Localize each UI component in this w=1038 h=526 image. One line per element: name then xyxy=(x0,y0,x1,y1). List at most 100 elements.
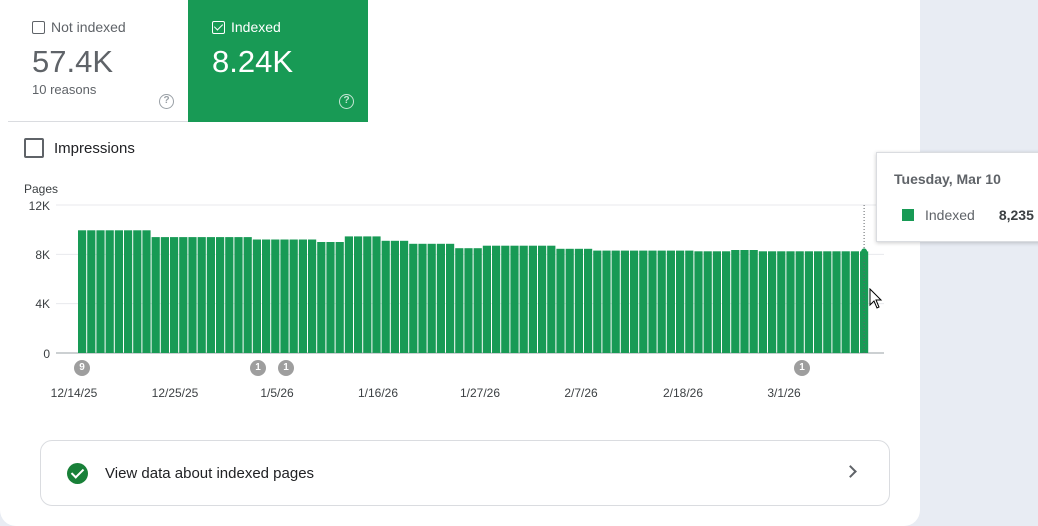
chart-bar[interactable] xyxy=(804,251,813,354)
tooltip-date: Tuesday, Mar 10 xyxy=(894,171,1001,187)
chart-bar[interactable] xyxy=(850,251,859,354)
chart-bar[interactable] xyxy=(823,251,832,354)
chart-bar[interactable] xyxy=(243,237,252,353)
chart-bar[interactable] xyxy=(114,230,123,353)
chart-bar[interactable] xyxy=(510,245,519,353)
chart-bar[interactable] xyxy=(758,251,767,354)
chart-bar[interactable] xyxy=(685,250,694,353)
chart-bar[interactable] xyxy=(593,250,602,353)
hover-point xyxy=(861,248,868,255)
chart-bar[interactable] xyxy=(206,237,215,353)
annotation-marker[interactable]: 1 xyxy=(794,360,810,376)
chart-bar[interactable] xyxy=(142,230,151,353)
chart-bar[interactable] xyxy=(712,251,721,354)
chart-bar[interactable] xyxy=(363,236,372,353)
chart-bar[interactable] xyxy=(234,237,243,353)
chart-bar[interactable] xyxy=(87,230,96,353)
chart-bar[interactable] xyxy=(565,248,574,353)
chart-bar[interactable] xyxy=(832,251,841,354)
chart-bar[interactable] xyxy=(271,239,280,354)
chart-bar[interactable] xyxy=(179,237,188,353)
chart-bar[interactable] xyxy=(381,240,390,353)
chart-bar[interactable] xyxy=(740,250,749,353)
chart-bar[interactable] xyxy=(841,251,850,354)
chart-bar[interactable] xyxy=(335,242,344,353)
chart-bar[interactable] xyxy=(280,239,289,354)
annotation-marker[interactable]: 1 xyxy=(250,360,266,376)
chart-bar[interactable] xyxy=(464,248,473,353)
chart-bar[interactable] xyxy=(786,251,795,354)
chart-bar[interactable] xyxy=(390,240,399,353)
chart-bar[interactable] xyxy=(602,250,611,353)
chart-bar[interactable] xyxy=(418,243,427,353)
chart-bar[interactable] xyxy=(538,245,547,353)
chart-bar[interactable] xyxy=(124,230,133,353)
chart-bar[interactable] xyxy=(252,239,261,354)
chart-bar[interactable] xyxy=(446,243,455,353)
chart-bar[interactable] xyxy=(225,237,234,353)
chart-bar[interactable] xyxy=(749,250,758,353)
chart-bar[interactable] xyxy=(556,248,565,353)
chart-bar[interactable] xyxy=(133,230,142,353)
chart-bar[interactable] xyxy=(584,248,593,353)
chart-bar[interactable] xyxy=(768,251,777,354)
chart-bar[interactable] xyxy=(482,245,491,353)
chart-bar[interactable] xyxy=(262,239,271,354)
chart-bar[interactable] xyxy=(666,250,675,353)
x-tick-label: 3/1/26 xyxy=(767,386,801,400)
chart-bar[interactable] xyxy=(501,245,510,353)
chart-bar[interactable] xyxy=(372,236,381,353)
chart-bar[interactable] xyxy=(216,237,225,353)
chart-bar[interactable] xyxy=(436,243,445,353)
chevron-right-icon xyxy=(844,465,857,478)
chart-bar[interactable] xyxy=(528,245,537,353)
indexed-pages-chart xyxy=(56,204,884,354)
chart-bar[interactable] xyxy=(620,250,629,353)
chart-bar[interactable] xyxy=(676,250,685,353)
chart-bar[interactable] xyxy=(547,245,556,353)
chart-bar[interactable] xyxy=(96,230,105,353)
chart-bar[interactable] xyxy=(574,248,583,353)
chart-bar[interactable] xyxy=(308,239,317,354)
chart-bar[interactable] xyxy=(648,250,657,353)
chart-bar[interactable] xyxy=(492,245,501,353)
chart-bar[interactable] xyxy=(105,230,114,353)
annotation-marker[interactable]: 1 xyxy=(278,360,294,376)
chart-bar[interactable] xyxy=(326,242,335,353)
chart-bar[interactable] xyxy=(78,230,87,353)
chart-bar[interactable] xyxy=(814,251,823,354)
annotation-marker[interactable]: 9 xyxy=(74,360,90,376)
chart-bar[interactable] xyxy=(427,243,436,353)
chart-bar[interactable] xyxy=(455,248,464,353)
chart-bar[interactable] xyxy=(473,248,482,353)
check-circle-icon xyxy=(67,463,88,484)
chart-bar[interactable] xyxy=(731,250,740,353)
chart-bar[interactable] xyxy=(639,250,648,353)
chart-bar[interactable] xyxy=(795,251,804,354)
x-tick-label: 2/18/26 xyxy=(662,386,704,400)
chart-bar[interactable] xyxy=(703,251,712,354)
chart-bar[interactable] xyxy=(197,237,206,353)
chart-bar[interactable] xyxy=(694,251,703,354)
chart-bar[interactable] xyxy=(298,239,307,354)
chart-bar[interactable] xyxy=(400,240,409,353)
chart-bar[interactable] xyxy=(317,242,326,353)
chart-bar[interactable] xyxy=(657,250,666,353)
chart-bar[interactable] xyxy=(519,245,528,353)
tooltip-value: 8,235 xyxy=(998,207,1034,223)
chart-bar[interactable] xyxy=(188,237,197,353)
chart-bar[interactable] xyxy=(722,251,731,354)
chart-bar[interactable] xyxy=(160,237,169,353)
chart-tooltip: Tuesday, Mar 10 Indexed 8,235 xyxy=(876,152,1038,242)
chart-bar[interactable] xyxy=(777,251,786,354)
chart-bar[interactable] xyxy=(289,239,298,354)
chart-bar[interactable] xyxy=(151,237,160,353)
chart-bar[interactable] xyxy=(630,250,639,353)
view-indexed-pages-link[interactable]: View data about indexed pages xyxy=(40,440,890,506)
chart-bar[interactable] xyxy=(170,237,179,353)
chart-bar[interactable] xyxy=(409,243,418,353)
x-tick-label: 12/14/25 xyxy=(50,386,98,400)
chart-bar[interactable] xyxy=(344,236,353,353)
chart-bar[interactable] xyxy=(611,250,620,353)
chart-bar[interactable] xyxy=(354,236,363,353)
